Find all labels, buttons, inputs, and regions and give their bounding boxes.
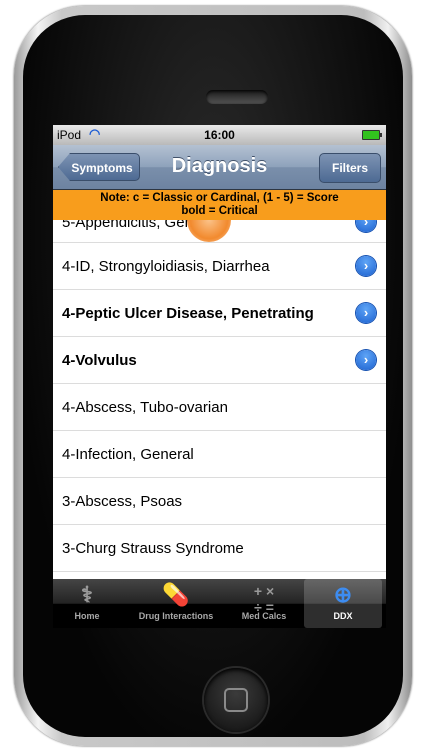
pill-icon: 💊	[162, 582, 190, 607]
list-item-label: 3-Abscess, Psoas	[62, 493, 183, 510]
target-icon: ⊕	[333, 582, 353, 607]
list-item[interactable]: 4-Abscess, Tubo-ovarian	[53, 384, 386, 431]
touch-indicator	[187, 220, 231, 242]
list-item[interactable]: 4-Volvulus ›	[53, 337, 386, 384]
tab-ddx[interactable]: ⊕ DDX	[304, 579, 382, 628]
list-item[interactable]: 4-Infection, General	[53, 431, 386, 478]
list-item-label: 4-Abscess, Tubo-ovarian	[62, 399, 228, 416]
home-hardware-button[interactable]	[204, 668, 268, 732]
list-item[interactable]: 4-Peptic Ulcer Disease, Penetrating ›	[53, 290, 386, 337]
diagnosis-list: 5-Appendicitis, General › 4-ID, Strongyl…	[53, 220, 386, 572]
legend-note-banner: Note: c = Classic or Cardinal, (1 - 5) =…	[53, 190, 386, 220]
filters-button[interactable]: Filters	[319, 153, 381, 183]
detail-disclosure-icon[interactable]: ›	[356, 303, 376, 323]
detail-disclosure-icon[interactable]: ›	[356, 350, 376, 370]
list-item[interactable]: 3-Abscess, Psoas	[53, 478, 386, 525]
navigation-bar: Symptoms Diagnosis Filters	[53, 145, 386, 190]
list-item-label: 4-Volvulus	[62, 352, 137, 369]
detail-disclosure-icon[interactable]: ›	[356, 220, 376, 232]
list-item-label: 4-ID, Strongyloidiasis, Diarrhea	[62, 258, 270, 275]
status-time: 16:00	[204, 128, 235, 142]
caduceus-icon: ⚕	[81, 582, 93, 607]
legend-note-line-1: Note: c = Classic or Cardinal, (1 - 5) =…	[100, 192, 339, 204]
list-item-label: 4-Infection, General	[62, 446, 194, 463]
list-item-label: 3-Churg Strauss Syndrome	[62, 540, 244, 557]
tab-drug-interactions[interactable]: 💊 Drug Interactions	[123, 579, 229, 628]
tab-label: Home	[74, 611, 100, 621]
list-item[interactable]: 4-ID, Strongyloidiasis, Diarrhea ›	[53, 243, 386, 290]
tab-home[interactable]: ⚕ Home	[57, 579, 117, 628]
tab-label: Drug Interactions	[138, 611, 214, 621]
status-bar: iPod ◠ 16:00	[53, 125, 386, 145]
list-item[interactable]: 3-Churg Strauss Syndrome	[53, 525, 386, 572]
detail-disclosure-icon[interactable]: ›	[356, 256, 376, 276]
battery-icon	[362, 130, 382, 140]
list-item[interactable]: 5-Appendicitis, General ›	[53, 220, 386, 243]
list-item-label: 4-Peptic Ulcer Disease, Penetrating	[62, 305, 314, 322]
tab-med-calcs[interactable]: + × ÷ = Med Calcs	[229, 579, 299, 628]
tab-label: Med Calcs	[241, 611, 287, 621]
tab-bar: ⚕ Home 💊 Drug Interactions + × ÷ = Med Ca…	[53, 579, 386, 628]
calculator-icon: + × ÷ =	[253, 583, 275, 615]
app-screen: iPod ◠ 16:00 Symptoms Diagnosis Filters …	[53, 125, 386, 628]
earpiece-speaker	[206, 90, 268, 104]
tab-label: DDX	[333, 611, 353, 621]
legend-note-line-2: bold = Critical	[181, 205, 258, 217]
